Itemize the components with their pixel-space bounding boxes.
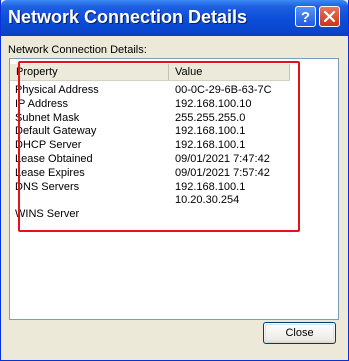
list-item[interactable]: Physical Address 00-0C-29-6B-63-7C xyxy=(10,84,340,98)
property-name: Default Gateway xyxy=(15,125,97,138)
property-value: 192.168.100.1 xyxy=(175,139,246,152)
property-name: DNS Servers xyxy=(15,180,80,193)
property-name: WINS Server xyxy=(15,208,80,221)
property-value: 255.255.255.0 xyxy=(175,111,246,124)
list-item[interactable]: DHCP Server 192.168.100.1 xyxy=(10,139,340,153)
property-name xyxy=(10,194,169,208)
property-value xyxy=(169,208,175,222)
property-value: 09/01/2021 7:47:42 xyxy=(175,152,270,165)
property-value: 09/01/2021 7:57:42 xyxy=(175,166,270,179)
list-item[interactable]: Subnet Mask 255.255.255.0 xyxy=(10,112,340,126)
property-name: DHCP Server xyxy=(15,139,82,152)
svg-text:?: ? xyxy=(301,9,310,24)
help-icon: ? xyxy=(301,9,310,24)
network-connection-details-window: Network Connection Details ? Network Con… xyxy=(0,0,349,361)
close-button[interactable]: Close xyxy=(263,322,336,344)
property-value: 192.168.100.1 xyxy=(175,180,246,193)
list-item[interactable]: Default Gateway 192.168.100.1 xyxy=(10,125,340,139)
property-name: Lease Obtained xyxy=(15,152,93,165)
list-item[interactable]: Lease Obtained 09/01/2021 7:47:42 xyxy=(10,153,340,167)
section-label: Network Connection Details: xyxy=(8,44,147,56)
details-rows: Physical Address 00-0C-29-6B-63-7C IP Ad… xyxy=(10,84,340,222)
details-list[interactable]: Property Value Physical Address 00-0C-29… xyxy=(9,58,339,320)
column-header-property[interactable]: Property xyxy=(10,64,169,80)
window-title: Network Connection Details xyxy=(8,7,248,27)
help-button[interactable]: ? xyxy=(295,6,316,27)
property-name: Subnet Mask xyxy=(15,111,80,124)
property-value: 10.20.30.254 xyxy=(175,194,240,207)
title-bar[interactable]: Network Connection Details ? xyxy=(1,0,348,36)
list-item[interactable]: 10.20.30.254 xyxy=(10,194,340,208)
list-item[interactable]: Lease Expires 09/01/2021 7:57:42 xyxy=(10,167,340,181)
property-name: Lease Expires xyxy=(15,166,85,179)
property-name: IP Address xyxy=(15,97,68,110)
property-value: 192.168.100.1 xyxy=(175,125,246,138)
list-item[interactable]: DNS Servers 192.168.100.1 xyxy=(10,181,340,195)
property-value: 00-0C-29-6B-63-7C xyxy=(175,84,272,96)
property-value: 192.168.100.10 xyxy=(175,97,252,110)
close-window-button[interactable] xyxy=(319,6,340,27)
column-header-value[interactable]: Value xyxy=(169,64,290,80)
list-item[interactable]: WINS Server xyxy=(10,208,340,222)
dialog-body: Network Connection Details: Property Val… xyxy=(4,36,345,358)
property-name: Physical Address xyxy=(15,84,99,96)
list-item[interactable]: IP Address 192.168.100.10 xyxy=(10,98,340,112)
list-header: Property Value xyxy=(10,64,290,81)
close-icon xyxy=(323,10,336,23)
